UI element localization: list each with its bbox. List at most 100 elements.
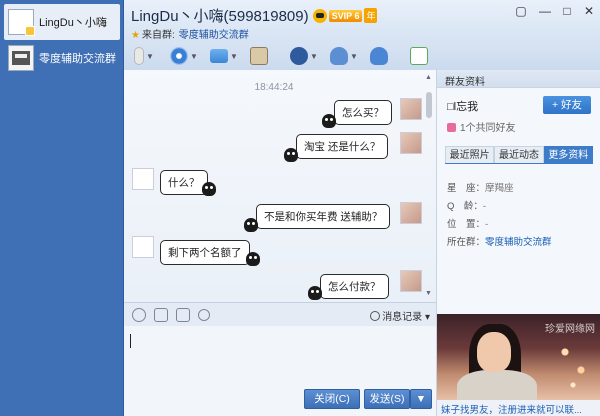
more-button[interactable] [410,45,446,67]
svip-badge[interactable]: SVIP 6 [328,10,363,22]
send-button[interactable]: 发送(S) [364,389,410,409]
ad-face [477,332,511,372]
bubble-mascot-icon [246,252,260,266]
penguin-icon [312,9,327,23]
chat-window: LingDu丶小嗨(599819809) SVIP 6年 ★ 来自群: 零度辅助交流群… [124,0,600,416]
scissors-icon[interactable] [198,308,210,321]
message-timestamp: 18:44:24 [254,82,294,93]
ad-image[interactable]: 珍爱网缘网 [437,314,600,400]
info-label: 星 座： [447,183,486,194]
tab-recent-photos[interactable]: 最近照片 [445,146,495,163]
chevron-down-icon: ▼ [146,51,154,61]
remote-icon [250,47,268,65]
ad-lights [553,334,593,394]
contact-avatar[interactable] [132,168,154,190]
user-remove-icon [330,47,348,65]
video-call-button[interactable]: ▼ [170,45,206,67]
ad-link[interactable]: 妹子找男友，注册进来就可以联... [437,400,600,416]
member-profile-panel: 群友资料 □l忘我 + 好友 1个共同好友 最近照片 最近动态 更多资料 星 座… [436,70,600,416]
user-avatar-icon [8,9,35,36]
chat-toolbar: ▼ ▼ ▼ ▼ ▼ [124,42,600,70]
tab-more-info[interactable]: 更多资料 [543,146,593,163]
camera-icon [170,47,188,65]
info-label: 所在群： [447,237,486,248]
chat-scrollbar[interactable]: ▲ ▼ [424,74,434,300]
bubble-mascot-icon [322,114,336,128]
minimize-button[interactable]: — [534,3,556,19]
info-value: 摩羯座 [485,183,514,194]
emoji-icon[interactable] [132,307,146,322]
contact-title: LingDu丶小嗨(599819809) SVIP 6年 [131,5,378,26]
restore-button[interactable]: ▢ [510,3,532,19]
sidebar-item-label: 零度辅助交流群 [39,53,116,65]
common-friends[interactable]: 1个共同好友 [447,119,516,134]
star-icon: ★ [131,30,140,41]
contact-avatar[interactable] [132,236,154,258]
message-bubble: 剩下两个名额了 [160,240,250,265]
bubble-mascot-icon [202,182,216,196]
bubble-mascot-icon [244,218,258,232]
add-friend-button[interactable]: + 好友 [543,96,591,114]
title-bar: LingDu丶小嗨(599819809) SVIP 6年 ★ 来自群: 零度辅助交流群… [124,0,600,42]
my-avatar[interactable] [400,132,422,154]
clock-icon [370,311,381,321]
bubble-mascot-icon [308,286,322,300]
message-bubble: 什么？ [160,170,208,195]
close-chat-button[interactable]: 关闭(C) [304,389,360,409]
message-input[interactable]: 关闭(C) 发送(S) ▼ [124,326,436,416]
file-transfer-button[interactable]: ▼ [210,45,246,67]
message-history-button[interactable]: 消息记录 ▾ [370,308,430,323]
group-link[interactable]: 零度辅助交流群 [485,237,552,248]
send-options-button[interactable]: ▼ [410,389,432,409]
my-avatar[interactable] [400,270,422,292]
app-button[interactable]: ▼ [290,45,326,67]
tab-recent-activity[interactable]: 最近动态 [494,146,544,163]
info-qage: Q 龄：- [447,198,486,212]
info-label: 位 置： [447,219,486,230]
message-bubble: 怎么付款？ [320,274,389,299]
message-history-label: 消息记录 [382,312,423,323]
profile-tabs: 最近照片 最近动态 更多资料 [445,146,593,164]
message-bubble: 不是和你买年费 送辅助？ [256,204,391,229]
ad-body [457,370,537,400]
image-icon[interactable] [176,307,190,322]
member-name: □l忘我 [447,101,479,113]
text-caret [130,334,131,348]
contact-name: LingDu丶小嗨(599819809) [131,8,309,25]
bubble-mascot-icon [284,148,298,162]
year-badge: 年 [364,8,378,23]
add-user-button[interactable] [370,45,406,67]
maximize-button[interactable]: □ [556,3,578,19]
message-bubble: 淘宝 还是什么？ [296,134,389,159]
chevron-down-icon: ▼ [190,51,198,61]
info-constellation: 星 座：摩羯座 [447,180,514,194]
scroll-down-icon[interactable]: ▼ [425,290,432,297]
user-add-icon [370,47,388,65]
app-icon [290,47,308,65]
sidebar-item-lingdu[interactable]: LingDu丶小嗨 [4,4,120,40]
folder-icon [210,49,228,63]
voice-call-button[interactable]: ▼ [130,45,166,67]
info-label: Q 龄： [447,201,483,212]
input-toolbar: 消息记录 ▾ [124,302,436,326]
info-value: - [485,219,489,230]
info-value: - [482,201,487,212]
panel-title: 群友资料 [437,70,600,88]
close-window-button[interactable]: ✕ [578,3,600,19]
conversation-sidebar: LingDu丶小嗨 零度辅助交流群 [0,0,124,416]
chevron-down-icon: ▼ [230,51,238,61]
scroll-up-icon[interactable]: ▲ [425,74,432,81]
font-icon[interactable] [154,307,168,322]
sidebar-item-group[interactable]: 零度辅助交流群 [4,40,120,76]
chevron-down-icon: ▼ [415,393,427,405]
my-avatar[interactable] [400,202,422,224]
common-friends-label: 1个共同好友 [460,123,516,134]
message-bubble: 怎么买？ [334,100,392,125]
my-avatar[interactable] [400,98,422,120]
from-group-link[interactable]: 零度辅助交流群 [179,30,249,41]
info-group: 所在群：零度辅助交流群 [447,234,552,248]
remote-desktop-button[interactable] [250,45,286,67]
scrollbar-thumb[interactable] [426,92,432,118]
block-user-button[interactable]: ▼ [330,45,366,67]
ad-watermark: 珍爱网缘网 [545,324,595,335]
